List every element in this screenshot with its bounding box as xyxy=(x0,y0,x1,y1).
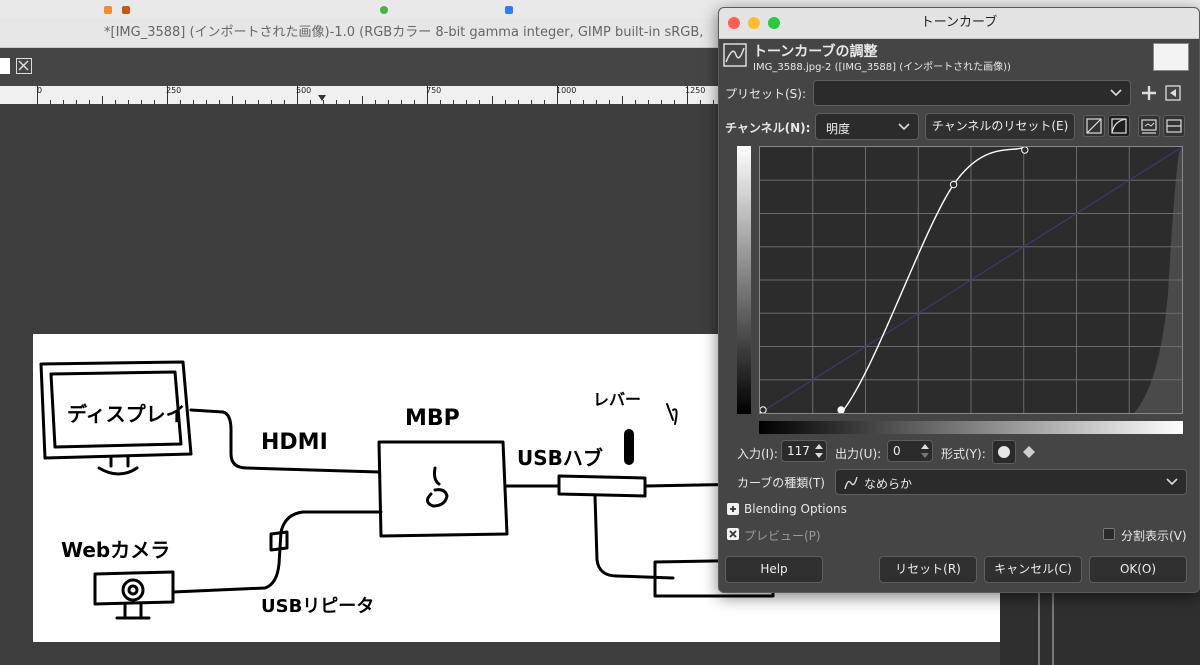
dialog-window-title: トーンカーブ xyxy=(920,15,998,30)
sketch-label-hdmi: HDMI xyxy=(261,430,328,455)
channel-combo[interactable]: 明度 xyxy=(815,113,919,140)
curve-point xyxy=(837,406,845,413)
histogram-view-icon xyxy=(1141,119,1157,134)
split-view-label: 分割表示(V) xyxy=(1121,529,1187,543)
curve-type-combo[interactable]: なめらか xyxy=(835,469,1187,495)
cancel-button[interactable]: キャンセル(C) xyxy=(984,556,1082,583)
ruler-label: 1000 xyxy=(556,86,577,95)
display-base xyxy=(97,466,139,476)
curve-split-view-button[interactable] xyxy=(1163,115,1185,137)
dialog-titlebar[interactable]: トーンカーブ xyxy=(719,8,1199,39)
input-spinbox[interactable]: 117 xyxy=(781,440,827,462)
webcam-mount xyxy=(115,602,151,620)
channel-label: チャンネル(N): xyxy=(725,121,811,135)
reset-button[interactable]: リセット(R) xyxy=(879,556,977,583)
input-gradient-bar xyxy=(759,421,1183,434)
ruler-tick xyxy=(622,96,623,104)
ruler-label: 1250 xyxy=(685,86,706,95)
curve-type-value: なめらか xyxy=(864,477,913,491)
tab-favicon-icon xyxy=(380,6,388,14)
tab-favicon-icon xyxy=(122,6,130,14)
apple-logo-sketch xyxy=(426,466,449,508)
output-gradient-bar xyxy=(737,146,751,414)
help-button[interactable]: Help xyxy=(725,556,823,583)
circle-point-icon xyxy=(998,446,1010,458)
ruler-label: 500 xyxy=(296,86,312,95)
channel-value: 明度 xyxy=(826,122,851,136)
chevron-down-icon xyxy=(1110,89,1122,97)
image-tab-row xyxy=(0,48,720,86)
presets-label: プリセット(S): xyxy=(725,87,807,101)
corner-point-icon[interactable] xyxy=(1022,445,1036,459)
output-label: 出力(U): xyxy=(835,447,882,461)
spin-arrows-icon[interactable] xyxy=(814,442,824,460)
expand-plus-icon[interactable] xyxy=(727,503,739,515)
preview-label: プレビュー(P) xyxy=(744,529,821,543)
ruler-tick xyxy=(102,96,103,104)
hub-down-cable xyxy=(593,494,675,580)
curves-tool-icon xyxy=(723,43,747,67)
curve-view-button[interactable] xyxy=(1138,115,1160,137)
webcam-lens xyxy=(121,578,145,602)
close-tab-icon[interactable] xyxy=(16,58,32,74)
ruler-tick xyxy=(362,96,363,104)
image-tab-thumbnail[interactable] xyxy=(0,58,10,74)
curve-point xyxy=(949,180,958,189)
dialog-subheading: IMG_3588.jpg-2 ([IMG_3588] (インポートされた画像)) xyxy=(753,62,1011,73)
smooth-point-button[interactable] xyxy=(992,440,1016,464)
ruler-label: 750 xyxy=(426,86,442,95)
usb-hub-outline xyxy=(557,474,647,498)
add-preset-icon[interactable] xyxy=(1141,85,1157,101)
curve-graph[interactable] xyxy=(760,147,1182,413)
curves-dialog[interactable]: トーンカーブ トーンカーブの調整 IMG_3588.jpg-2 ([IMG_35… xyxy=(718,7,1200,593)
split-view-checkbox[interactable] xyxy=(1103,528,1115,540)
smooth-curve-icon xyxy=(844,476,858,490)
tab-favicon-icon xyxy=(104,6,112,14)
blending-options-expander[interactable]: Blending Options xyxy=(744,502,847,516)
curve-point xyxy=(1021,147,1029,154)
ruler-pointer-icon xyxy=(318,95,326,101)
chevron-down-icon xyxy=(1166,478,1178,486)
chevron-down-icon xyxy=(898,122,910,130)
ruler-tick xyxy=(232,96,233,104)
lever-mark xyxy=(666,403,678,425)
display-stand xyxy=(109,456,130,468)
split-view-icon xyxy=(1166,119,1182,133)
format-label: 形式(Y): xyxy=(941,447,986,461)
sketch-label-mbp: MBP xyxy=(405,406,460,431)
spin-arrows-icon[interactable] xyxy=(920,442,930,460)
preset-menu-icon[interactable] xyxy=(1165,85,1181,101)
ruler-label: 0 xyxy=(37,86,43,95)
ruler-label: 250 xyxy=(166,86,182,95)
curve-type-label: カーブの種類(T) xyxy=(737,476,825,490)
linear-histogram-icon xyxy=(1086,118,1102,134)
sketch-label-usb-repeater: USBリピータ xyxy=(261,596,375,617)
linear-histogram-button[interactable] xyxy=(1083,115,1105,137)
curve-editor[interactable] xyxy=(759,146,1183,414)
tab-favicon-icon xyxy=(505,6,513,14)
channel-reset-button[interactable]: チャンネルのリセット(E) xyxy=(925,113,1075,140)
ruler-tick xyxy=(492,96,493,104)
input-value: 117 xyxy=(787,444,810,458)
curve-point xyxy=(760,406,767,413)
sketch-label-display: ディスプレイ xyxy=(67,402,186,426)
horizontal-ruler[interactable]: 0 250 500 750 1000 1250 xyxy=(0,86,720,104)
log-histogram-button[interactable] xyxy=(1108,115,1130,137)
main-window-title: *[IMG_3588] (インポートされた画像)-1.0 (RGBカラー 8-b… xyxy=(0,18,720,48)
preview-checkbox[interactable] xyxy=(727,528,739,540)
webcam-lens-inner xyxy=(127,584,139,596)
output-spinbox[interactable]: 0 xyxy=(887,440,933,462)
sketch-label-lever: レバー xyxy=(593,390,642,409)
presets-combo[interactable] xyxy=(813,80,1131,106)
input-label: 入力(I): xyxy=(737,447,778,461)
image-thumbnail xyxy=(1153,43,1189,71)
log-histogram-icon xyxy=(1111,118,1127,134)
sketch-label-usb-hub: USBハブ xyxy=(517,446,603,470)
output-value: 0 xyxy=(893,444,901,458)
usb-repeater-cable xyxy=(171,510,383,594)
ok-button[interactable]: OK(O) xyxy=(1089,556,1187,583)
sketch-label-webcam: Webカメラ xyxy=(61,538,171,562)
